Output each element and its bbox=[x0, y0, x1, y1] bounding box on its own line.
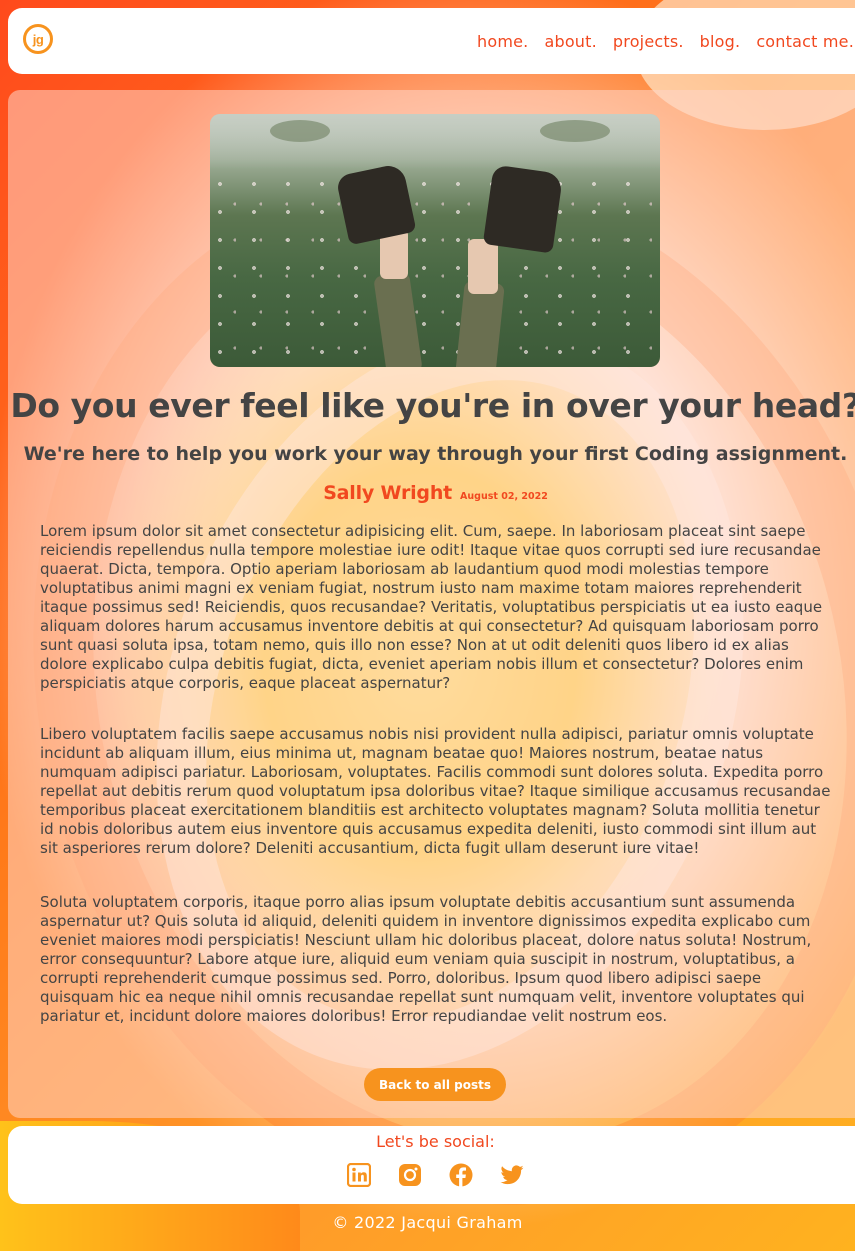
social-links bbox=[347, 1163, 524, 1187]
back-to-posts-button[interactable]: Back to all posts bbox=[364, 1068, 506, 1101]
post-subtitle: We're here to help you work your way thr… bbox=[23, 443, 848, 465]
post-title: Do you ever feel like you're in over you… bbox=[10, 386, 855, 425]
post-paragraph: Soluta voluptatem corporis, itaque porro… bbox=[40, 893, 812, 1025]
post-author: Sally Wright bbox=[323, 482, 453, 504]
linkedin-icon[interactable] bbox=[347, 1163, 371, 1187]
nav-contact[interactable]: contact me. bbox=[756, 32, 854, 51]
nav-about[interactable]: about. bbox=[544, 32, 596, 51]
nav-projects[interactable]: projects. bbox=[613, 32, 684, 51]
hero-image bbox=[210, 114, 660, 367]
site-logo[interactable]: jg bbox=[23, 24, 53, 54]
twitter-icon[interactable] bbox=[500, 1163, 524, 1187]
nav-blog[interactable]: blog. bbox=[700, 32, 741, 51]
social-heading: Let's be social: bbox=[376, 1132, 495, 1151]
instagram-icon[interactable] bbox=[398, 1163, 422, 1187]
blog-post-card: Do you ever feel like you're in over you… bbox=[8, 90, 855, 1118]
nav-home[interactable]: home. bbox=[477, 32, 528, 51]
post-paragraph: Lorem ipsum dolor sit amet consectetur a… bbox=[40, 522, 823, 692]
facebook-icon[interactable] bbox=[449, 1163, 473, 1187]
post-date: August 02, 2022 bbox=[460, 491, 548, 502]
main-nav: home. about. projects. blog. contact me. bbox=[477, 32, 854, 51]
post-paragraph: Libero voluptatem facilis saepe accusamu… bbox=[40, 725, 831, 857]
copyright-text: © 2022 Jacqui Graham bbox=[332, 1213, 523, 1232]
site-footer: Let's be social: bbox=[8, 1126, 855, 1204]
site-header: jg home. about. projects. blog. contact … bbox=[8, 8, 855, 74]
post-byline: Sally Wright August 02, 2022 bbox=[8, 482, 855, 504]
